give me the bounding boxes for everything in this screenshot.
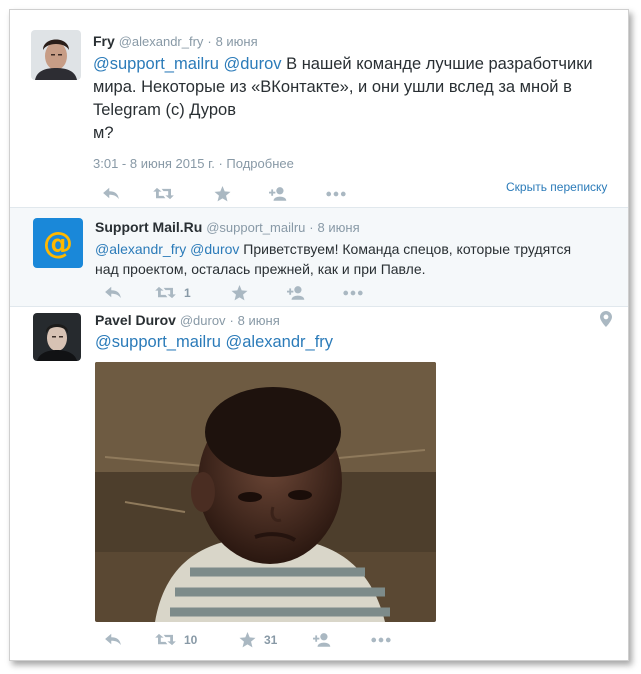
mention-link[interactable]: @durov xyxy=(190,241,239,257)
follow-icon xyxy=(269,186,289,201)
more-button[interactable] xyxy=(343,290,363,296)
more-icon xyxy=(343,290,363,296)
reply-icon xyxy=(104,632,122,646)
tweet-date[interactable]: 8 июня xyxy=(238,313,280,328)
reply-button[interactable] xyxy=(104,285,122,299)
reply-button[interactable] xyxy=(104,632,122,646)
mention-link[interactable]: @support_mailru xyxy=(93,55,219,73)
tweet-header: Pavel Durov @durov · 8 июня xyxy=(95,312,280,328)
text-segment: над проектом, осталась прежней, как и пр… xyxy=(95,261,426,277)
favorite-icon xyxy=(231,285,248,301)
tweet-header: Fry @alexandr_fry · 8 июня xyxy=(93,33,258,49)
separator: · xyxy=(207,34,212,49)
follow-icon xyxy=(287,285,307,300)
author-handle[interactable]: @support_mailru xyxy=(206,220,305,235)
follow-button[interactable] xyxy=(313,632,333,647)
text-segment: Приветствуем! Команда спецов, которые тр… xyxy=(239,241,572,257)
tweet-durov[interactable]: Pavel Durov @durov · 8 июня @support_mai… xyxy=(10,307,628,660)
retweet-button[interactable]: 10 xyxy=(155,632,197,647)
retweet-icon xyxy=(155,632,176,647)
retweet-button[interactable] xyxy=(153,186,174,201)
avatar-durov[interactable] xyxy=(33,313,81,361)
more-icon xyxy=(326,191,346,197)
favorite-icon xyxy=(214,186,231,202)
tweet-date[interactable]: 8 июня xyxy=(216,34,258,49)
tweet-support-mailru[interactable]: @ Support Mail.Ru @support_mailru · 8 ию… xyxy=(10,207,628,307)
mention-link[interactable]: @durov xyxy=(223,55,281,73)
reply-icon xyxy=(102,186,120,200)
author-name[interactable]: Fry xyxy=(93,33,115,49)
retweet-icon xyxy=(153,186,174,201)
follow-button[interactable] xyxy=(287,285,307,300)
tweet-meta: 3:01 - 8 июня 2015 г. · Подробнее xyxy=(93,156,294,171)
favorite-icon xyxy=(239,632,256,648)
reply-icon xyxy=(104,285,122,299)
follow-button[interactable] xyxy=(269,186,289,201)
mention-link[interactable]: @alexandr_fry xyxy=(225,333,333,351)
separator: · xyxy=(309,220,314,235)
author-name[interactable]: Support Mail.Ru xyxy=(95,219,202,235)
more-icon xyxy=(371,637,391,643)
text-segment: мира. Некоторые из «ВКонтакте», и они уш… xyxy=(93,78,572,96)
follow-icon xyxy=(313,632,333,647)
more-button[interactable] xyxy=(326,191,346,197)
author-handle[interactable]: @durov xyxy=(180,313,226,328)
details-link[interactable]: Подробнее xyxy=(226,156,293,171)
avatar-support-mailru[interactable]: @ xyxy=(33,218,83,268)
favorite-count: 31 xyxy=(264,633,278,647)
retweet-icon xyxy=(155,285,176,300)
tweet-fry[interactable]: Fry @alexandr_fry · 8 июня @support_mail… xyxy=(10,10,628,207)
tweet-thread: Fry @alexandr_fry · 8 июня @support_mail… xyxy=(9,9,629,661)
text-segment: Telegram (с) Дуров xyxy=(93,101,236,119)
author-handle[interactable]: @alexandr_fry xyxy=(119,34,204,49)
tweet-text: @support_mailru @durov В нашей команде л… xyxy=(93,53,613,145)
hide-conversation-link[interactable]: Скрыть переписку xyxy=(506,180,607,194)
text-segment: В нашей команде лучшие разработчики xyxy=(281,55,593,73)
tweet-timestamp: 3:01 - 8 июня 2015 г. xyxy=(93,156,215,171)
location-pin-icon[interactable] xyxy=(600,311,612,332)
favorite-button[interactable] xyxy=(214,186,231,202)
text-segment: м? xyxy=(93,124,114,142)
mention-link[interactable]: @support_mailru xyxy=(95,333,221,351)
retweet-count: 1 xyxy=(184,285,191,300)
author-name[interactable]: Pavel Durov xyxy=(95,312,176,328)
separator: · xyxy=(229,313,234,328)
tweet-text: @support_mailru @alexandr_fry xyxy=(95,331,333,353)
reply-button[interactable] xyxy=(102,186,120,200)
mention-link[interactable]: @alexandr_fry xyxy=(95,241,186,257)
favorite-button[interactable]: 31 xyxy=(239,632,277,648)
tweet-photo[interactable] xyxy=(95,362,436,622)
favorite-button[interactable] xyxy=(231,285,248,301)
at-sign-logo-icon: @ xyxy=(43,225,73,261)
tweet-header: Support Mail.Ru @support_mailru · 8 июня xyxy=(95,219,360,235)
more-button[interactable] xyxy=(371,637,391,643)
tweet-date[interactable]: 8 июня xyxy=(318,220,360,235)
tweet-text: @alexandr_fry @durov Приветствуем! Коман… xyxy=(95,239,615,279)
retweet-count: 10 xyxy=(184,632,198,647)
retweet-button[interactable]: 1 xyxy=(155,285,191,300)
avatar-fry[interactable] xyxy=(31,30,81,80)
